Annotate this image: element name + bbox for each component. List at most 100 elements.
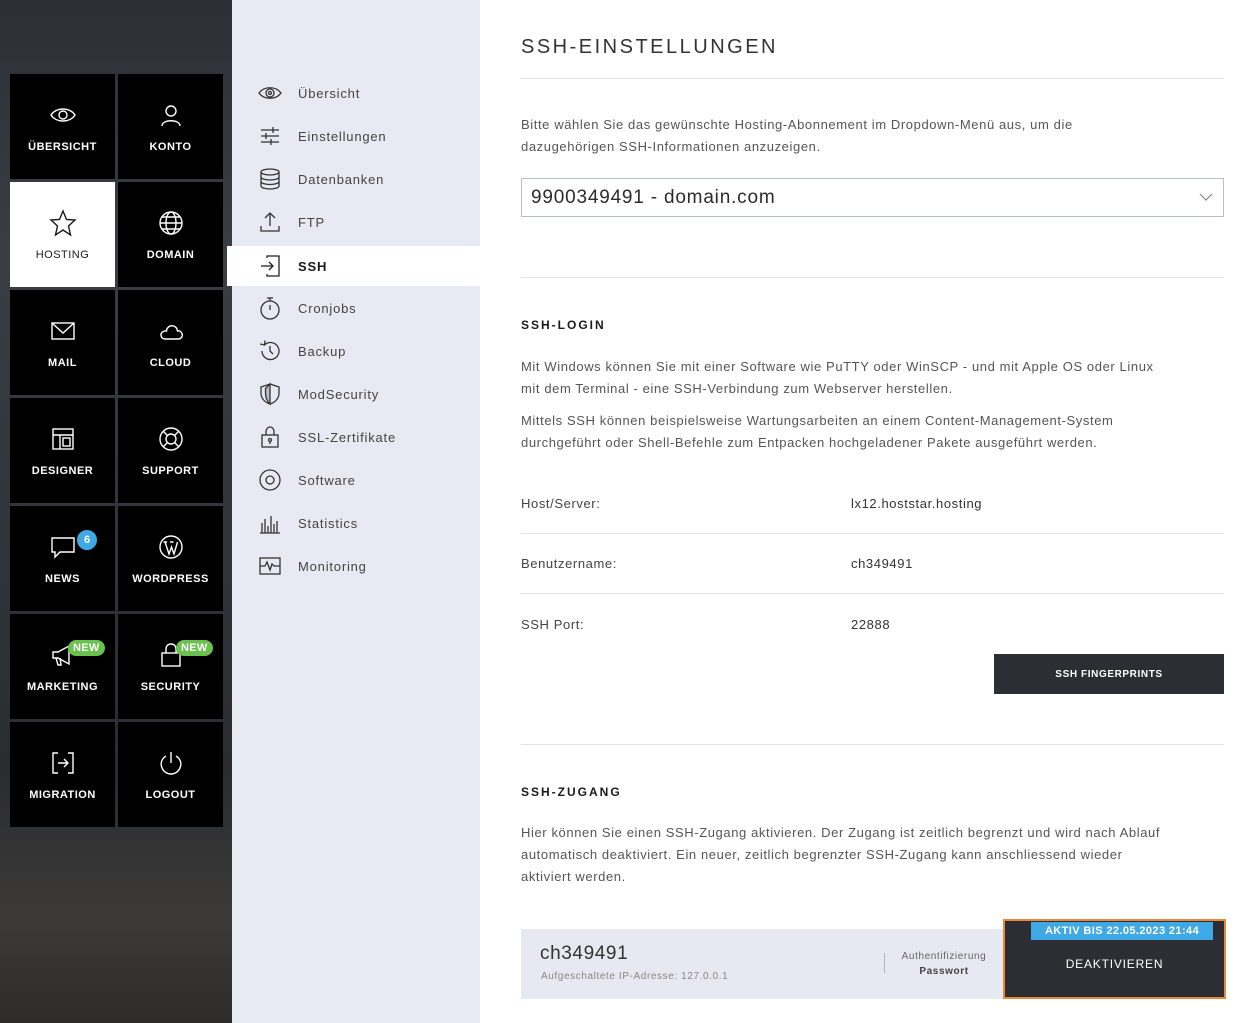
username-row: Benutzername: ch349491 <box>521 556 1224 616</box>
submenu-item-statistics[interactable]: Statistics <box>232 503 480 543</box>
envelope-icon <box>50 321 75 340</box>
tile-security[interactable]: SECURITY NEW <box>118 614 223 719</box>
tile-domain[interactable]: DOMAIN <box>118 182 223 287</box>
divider <box>521 78 1224 79</box>
intro-line: dazugehörigen SSH-Informationen anzuzeig… <box>521 139 821 154</box>
tile-label: DESIGNER <box>31 464 94 477</box>
subscription-select[interactable]: 9900349491 - domain.com <box>521 178 1224 217</box>
subscription-select-value: 9900349491 - domain.com <box>531 186 776 208</box>
submenu-item-datenbanken[interactable]: Datenbanken <box>232 159 480 199</box>
submenu-item-cronjobs[interactable]: Cronjobs <box>232 288 480 328</box>
news-count-badge: 6 <box>75 528 99 552</box>
page-title: SSH-EINSTELLUNGEN <box>521 36 778 58</box>
ssh-access-text: Hier können Sie einen SSH-Zugang aktivie… <box>521 822 1221 888</box>
submenu-label: Software <box>298 472 356 488</box>
tile-logout[interactable]: LOGOUT <box>118 722 223 827</box>
auth-value: Passwort <box>919 966 969 977</box>
padlock-icon <box>261 426 279 448</box>
new-badge: NEW <box>176 640 213 656</box>
submenu-label: ModSecurity <box>298 386 380 402</box>
divider <box>521 533 1224 534</box>
tile-mail[interactable]: MAIL <box>10 290 115 395</box>
auth-label: Authentifizierung <box>901 951 987 962</box>
tile-news[interactable]: NEWS 6 <box>10 506 115 611</box>
tile-migration[interactable]: MIGRATION <box>10 722 115 827</box>
submenu-item-uebersicht[interactable]: Übersicht <box>232 73 480 113</box>
tile-hosting[interactable]: HOSTING <box>10 182 115 287</box>
ssh-access-card: ch349491 Aufgeschaltete IP-Adresse: 127.… <box>521 929 1005 999</box>
port-value: 22888 <box>851 617 891 632</box>
upload-icon <box>260 212 280 232</box>
tile-label: CLOUD <box>149 356 192 369</box>
divider <box>521 744 1224 745</box>
shield-icon <box>260 382 280 406</box>
tile-label: NEWS <box>45 572 80 585</box>
submenu-item-monitoring[interactable]: Monitoring <box>232 546 480 586</box>
submenu-label: Monitoring <box>298 558 367 574</box>
submenu-label: SSH <box>298 258 328 274</box>
eye-icon <box>49 107 76 122</box>
lifebuoy-icon <box>158 426 183 451</box>
tile-marketing[interactable]: MARKETING NEW <box>10 614 115 719</box>
hosting-submenu: Übersicht Einstellungen Datenbanken FTP … <box>227 0 480 1023</box>
text-line: automatisch deaktiviert. Ein neuer, zeit… <box>521 847 1123 862</box>
submenu-item-einstellungen[interactable]: Einstellungen <box>232 116 480 156</box>
port-label: SSH Port: <box>521 617 585 632</box>
sliders-icon <box>261 127 279 145</box>
chat-icon <box>50 536 75 559</box>
user-icon <box>160 104 181 126</box>
active-until-badge: AKTIV BIS 22.05.2023 21:44 <box>1031 922 1213 940</box>
eye-icon <box>258 87 282 99</box>
stopwatch-icon <box>260 297 280 320</box>
text-line: Mittels SSH können beispielsweise Wartun… <box>521 413 1114 428</box>
wordpress-icon <box>158 534 183 559</box>
submenu-label: Einstellungen <box>298 128 387 144</box>
tile-wordpress[interactable]: WORDPRESS <box>118 506 223 611</box>
tile-designer[interactable]: DESIGNER <box>10 398 115 503</box>
login-icon <box>261 255 280 277</box>
deactivate-label: DEAKTIVIEREN <box>1065 957 1164 971</box>
tile-label: MIGRATION <box>29 788 96 801</box>
star-icon <box>48 208 77 237</box>
tile-label: HOSTING <box>35 248 90 261</box>
submenu-label: SSL-Zertifikate <box>298 429 396 445</box>
submenu-item-backup[interactable]: Backup <box>232 331 480 371</box>
submenu-item-ssh[interactable]: SSH <box>227 246 480 286</box>
submenu-label: FTP <box>298 214 325 230</box>
submenu-item-software[interactable]: Software <box>232 460 480 500</box>
tile-konto[interactable]: KONTO <box>118 74 223 179</box>
new-badge: NEW <box>68 640 105 656</box>
submenu-label: Übersicht <box>298 85 361 101</box>
database-icon <box>260 168 280 190</box>
ssh-login-text-1: Mit Windows können Sie mit einer Softwar… <box>521 356 1221 400</box>
tile-label: KONTO <box>149 140 192 153</box>
layout-icon <box>51 427 74 450</box>
tile-label: SUPPORT <box>142 464 199 477</box>
submenu-item-modsecurity[interactable]: ModSecurity <box>232 374 480 414</box>
deactivate-button[interactable]: AKTIV BIS 22.05.2023 21:44 DEAKTIVIEREN <box>1003 919 1226 999</box>
submenu-label: Cronjobs <box>298 300 357 316</box>
submenu-item-ftp[interactable]: FTP <box>232 202 480 242</box>
submenu-item-ssl-zertifikate[interactable]: SSL-Zertifikate <box>232 417 480 457</box>
tile-cloud[interactable]: CLOUD <box>118 290 223 395</box>
submenu-label: Statistics <box>298 515 359 531</box>
ssh-fingerprints-button[interactable]: SSH FINGERPRINTS <box>994 654 1224 694</box>
host-row: Host/Server: lx12.hoststar.hosting <box>521 496 1224 556</box>
submenu-label: Datenbanken <box>298 171 385 187</box>
access-username: ch349491 <box>540 943 629 964</box>
tile-uebersicht[interactable]: ÜBERSICHT <box>10 74 115 179</box>
username-label: Benutzername: <box>521 556 617 571</box>
submenu-label: Backup <box>298 343 347 359</box>
tile-label: DOMAIN <box>146 248 195 261</box>
tile-label: MAIL <box>48 356 77 369</box>
chevron-down-icon <box>1199 193 1213 201</box>
tile-support[interactable]: SUPPORT <box>118 398 223 503</box>
barchart-icon <box>260 516 280 534</box>
tile-label: ÜBERSICHT <box>28 140 97 153</box>
globe-icon <box>158 210 183 235</box>
divider <box>521 593 1224 594</box>
intro-text: Bitte wählen Sie das gewünschte Hosting-… <box>521 114 1221 158</box>
tile-label: SECURITY <box>140 680 201 693</box>
host-label: Host/Server: <box>521 496 601 511</box>
text-line: Mit Windows können Sie mit einer Softwar… <box>521 359 1154 374</box>
